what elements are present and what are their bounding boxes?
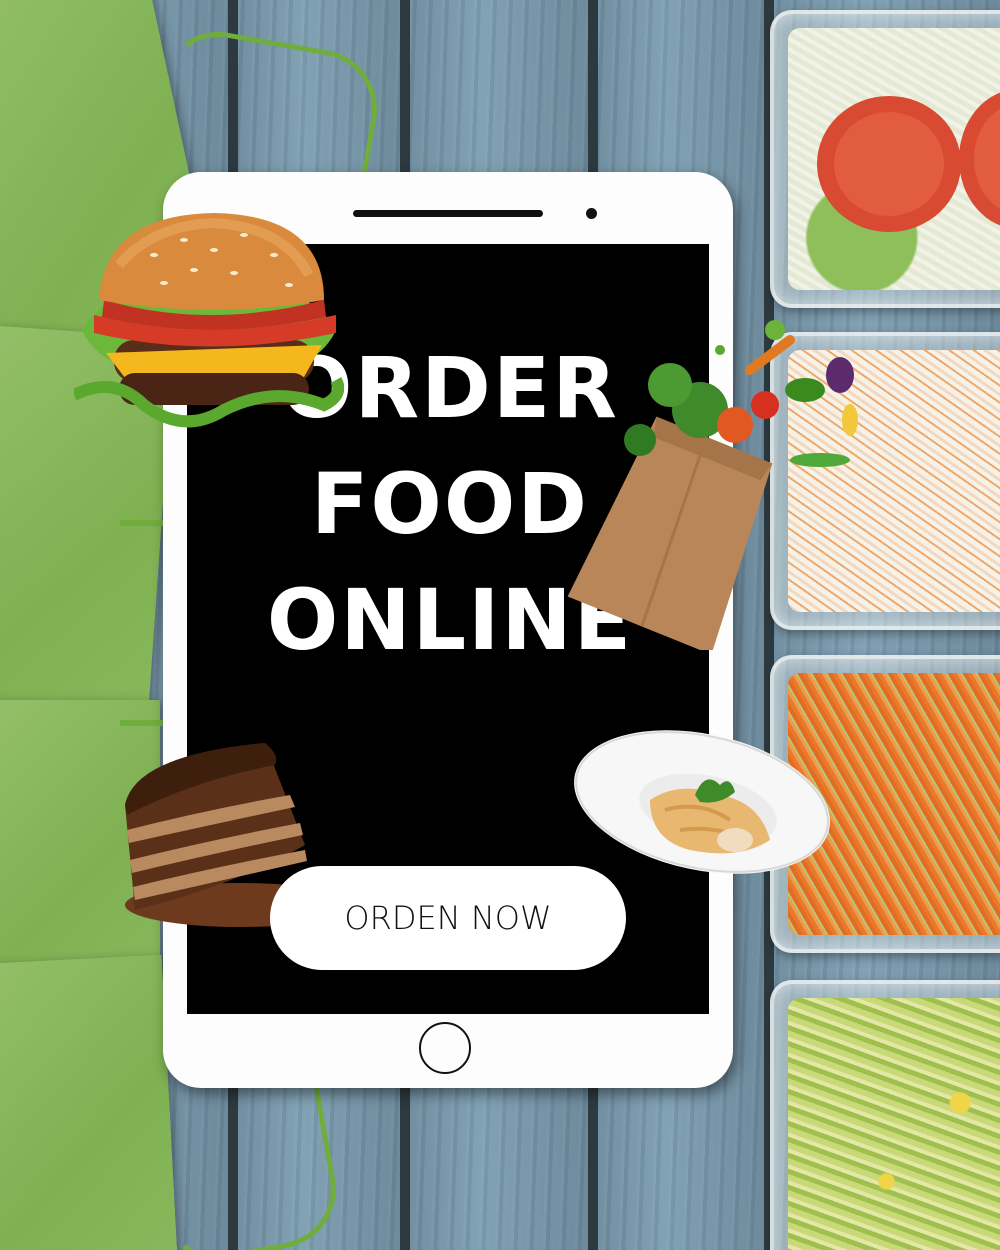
tomato-salad-container — [770, 10, 1000, 308]
camera-icon — [586, 208, 597, 219]
order-now-button[interactable]: ORDEN NOW — [270, 866, 626, 970]
grocery-bag-icon — [567, 320, 858, 650]
green-salad-container — [770, 980, 1000, 1250]
tablet-speaker — [353, 210, 543, 217]
poster: ORDER FOOD ONLINE ORDEN NOW — [0, 0, 1000, 1250]
home-button[interactable] — [419, 1022, 471, 1074]
tomato-slices-icon — [817, 92, 1000, 232]
burger-icon — [74, 213, 344, 428]
pasta-plate-icon — [574, 730, 830, 874]
